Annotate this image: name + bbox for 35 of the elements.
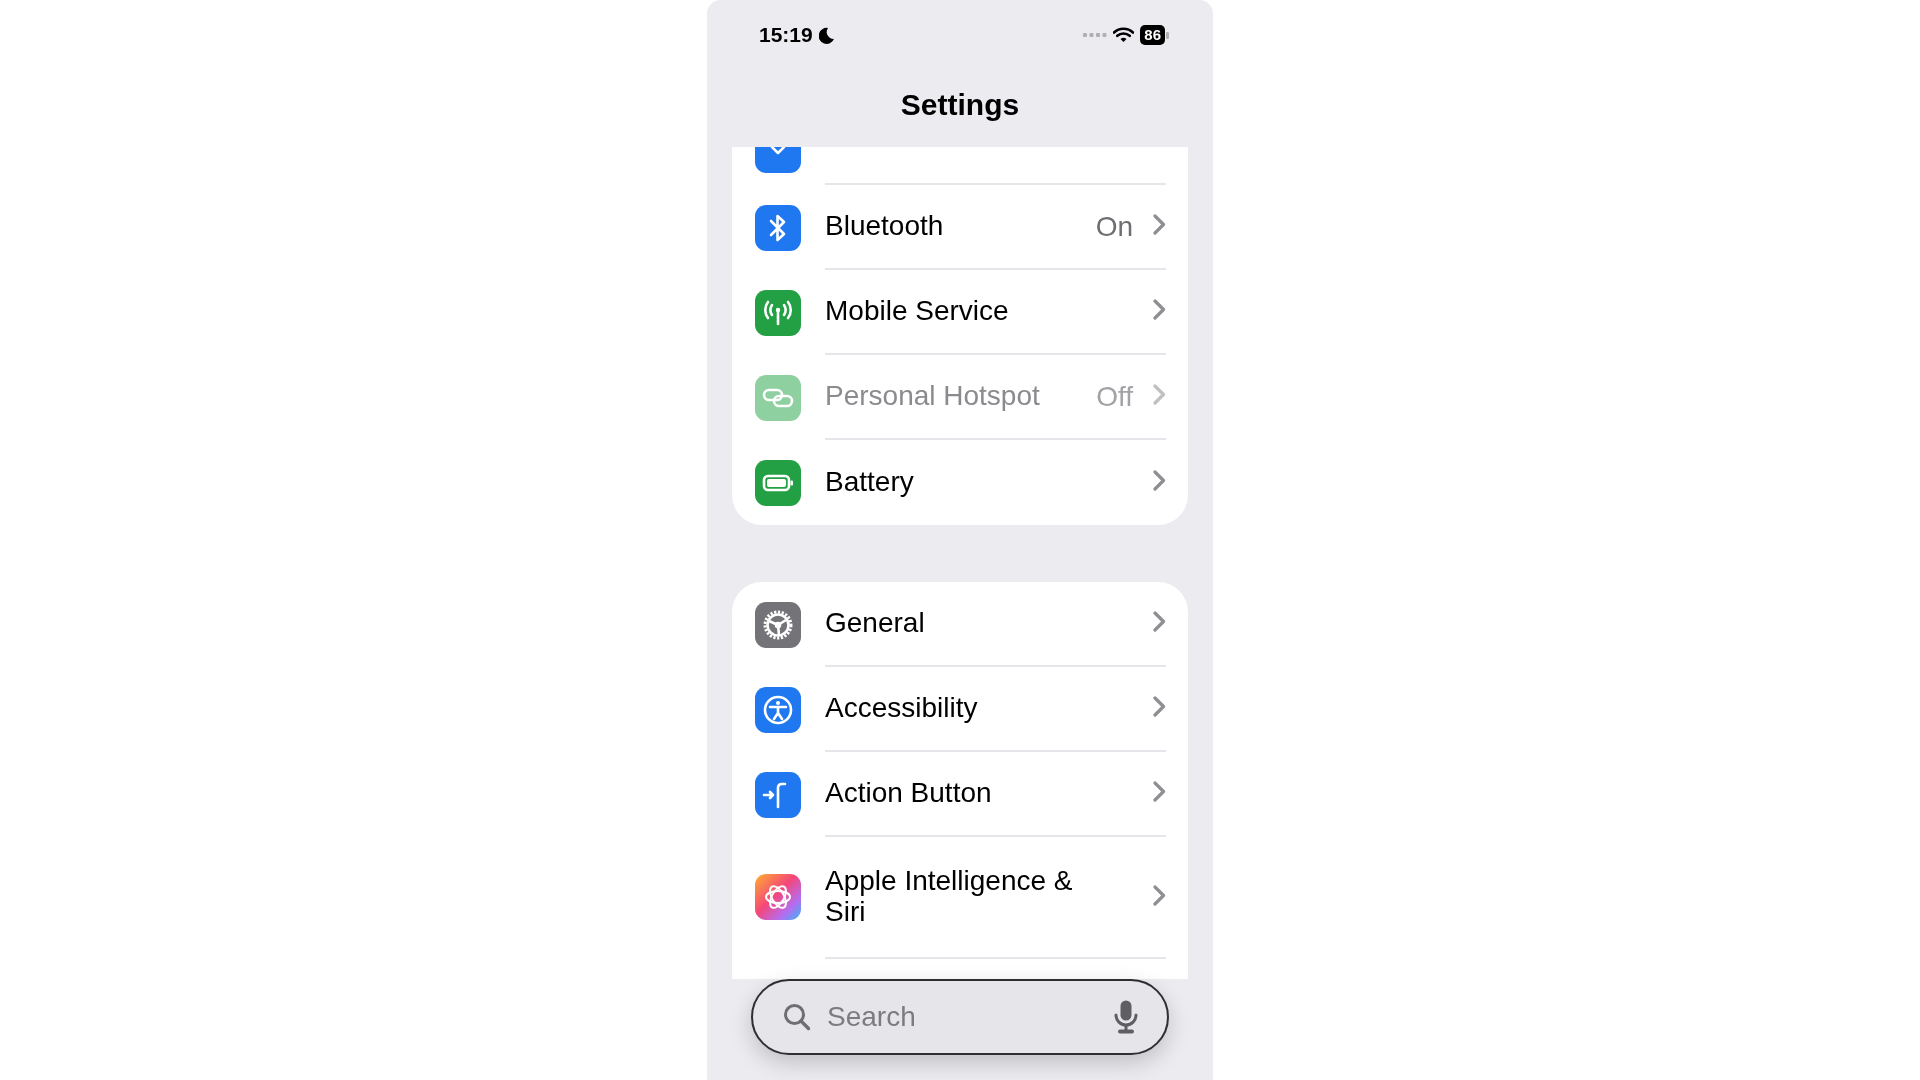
signal-dots-icon — [1083, 32, 1108, 38]
setting-label[interactable]: General — [825, 608, 925, 639]
battery-icon — [755, 459, 801, 506]
battery-indicator: 86 — [1140, 25, 1169, 45]
accessibility-icon — [755, 686, 801, 733]
antenna-icon — [755, 289, 801, 336]
chevron-icon — [1153, 696, 1166, 717]
setting-value: Off — [1096, 380, 1133, 413]
gear-icon — [755, 601, 801, 648]
setting-label[interactable]: Battery — [825, 467, 914, 498]
chevron-icon — [1153, 470, 1166, 491]
chevron-icon — [1153, 781, 1166, 802]
search-field[interactable]: Search — [825, 1000, 1099, 1034]
setting-value: On — [1095, 210, 1133, 243]
setting-label[interactable]: Action Button — [825, 778, 992, 809]
chevron-icon — [1153, 611, 1166, 632]
setting-label[interactable]: Mobile Service — [825, 296, 1009, 327]
chevron-icon — [1153, 384, 1166, 405]
setting-label[interactable]: Bluetooth — [825, 211, 944, 242]
wifi-icon — [1113, 27, 1135, 43]
setting-label[interactable]: Accessibility — [825, 693, 978, 724]
search-bar[interactable]: Search — [751, 979, 1169, 1055]
search-icon — [783, 1003, 811, 1031]
bluetooth-icon — [755, 204, 801, 251]
page-title: Settings — [899, 86, 1021, 123]
sparkle-flower-icon — [755, 874, 801, 920]
chevron-icon — [1153, 299, 1166, 320]
chevron-icon — [1153, 884, 1166, 906]
action-icon — [755, 771, 801, 818]
chevron-icon — [1153, 214, 1166, 235]
microphone-icon[interactable] — [1113, 999, 1139, 1035]
moon-icon — [818, 26, 835, 44]
link-icon — [755, 374, 801, 421]
setting-label[interactable]: Apple Intelligence & Siri — [825, 866, 1087, 928]
status-time: 15:19 — [759, 23, 813, 47]
